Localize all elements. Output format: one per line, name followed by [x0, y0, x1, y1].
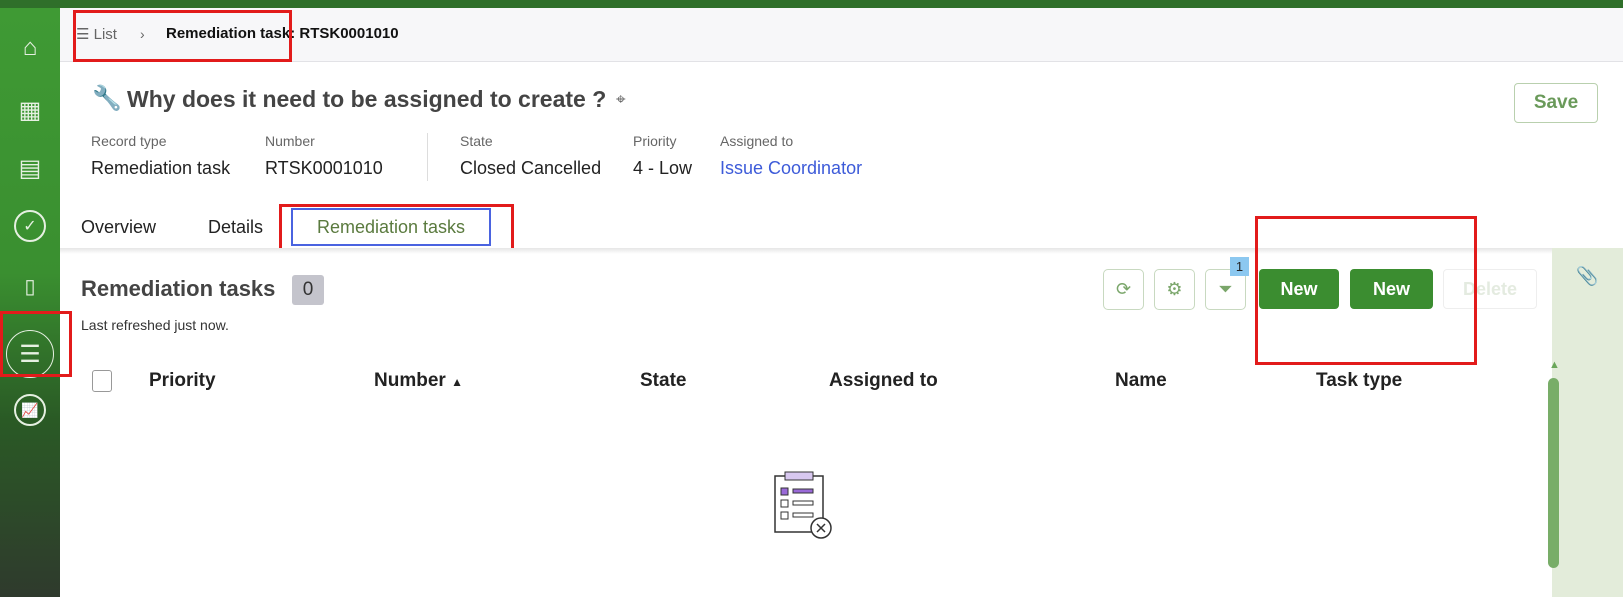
breadcrumb: ☰ List › Remediation task: RTSK0001010	[60, 8, 1623, 62]
column-header-number[interactable]: Number ▲	[374, 370, 463, 392]
column-header-name[interactable]: Name	[1115, 370, 1167, 392]
clipboard-alert-icon[interactable]: ▯	[14, 270, 46, 302]
settings-button[interactable]: ⚙	[1154, 269, 1195, 310]
right-panel: 📎	[1552, 248, 1623, 597]
count-badge: 0	[292, 275, 324, 305]
filter-icon: ⏷	[1218, 279, 1233, 299]
field-label: Assigned to	[720, 133, 794, 149]
column-header-task-type[interactable]: Task type	[1316, 370, 1402, 392]
analytics-icon[interactable]: 📈	[14, 394, 46, 426]
column-header-number-label: Number	[374, 370, 446, 391]
gear-icon: ⚙	[1166, 279, 1183, 299]
field-label: Record type	[91, 133, 167, 149]
sidebar: ⌂ ▦ ▤ ✓ ▯ ☰ 📈	[0, 8, 60, 597]
filter-count-badge: 1	[1230, 257, 1249, 276]
divider	[427, 133, 428, 181]
scroll-up-icon[interactable]: ▲	[1549, 359, 1560, 371]
table-icon[interactable]: ▤	[14, 152, 46, 184]
field-value: Remediation task	[91, 158, 231, 178]
scrollbar-thumb[interactable]	[1548, 378, 1559, 568]
apps-grid-icon[interactable]: ▦	[14, 94, 46, 126]
column-header-state[interactable]: State	[640, 370, 686, 392]
page-title: Why does it need to be assigned to creat…	[127, 86, 607, 112]
field-label: Priority	[633, 133, 677, 149]
breadcrumb-current-number: RTSK0001010	[299, 25, 399, 42]
assigned-to-link[interactable]: Issue Coordinator	[720, 158, 862, 179]
select-all-checkbox[interactable]	[92, 370, 112, 392]
paperclip-icon[interactable]: 📎	[1576, 266, 1598, 287]
field-label: Number	[265, 133, 315, 149]
sort-ascending-icon: ▲	[451, 375, 463, 389]
home-icon[interactable]: ⌂	[14, 32, 46, 64]
annotation-box-new-buttons	[1255, 216, 1477, 365]
refresh-icon: ⟳	[1115, 279, 1132, 299]
tag-icon[interactable]: ⌖	[616, 90, 626, 110]
wrench-icon: 🔧	[92, 85, 122, 112]
tab-details[interactable]: Details	[208, 217, 263, 238]
column-header-assigned-to[interactable]: Assigned to	[829, 370, 938, 392]
refresh-button[interactable]: ⟳	[1103, 269, 1144, 310]
field-value: RTSK0001010	[265, 158, 383, 178]
list-title: Remediation tasks	[81, 276, 276, 301]
check-circle-icon[interactable]: ✓	[14, 210, 46, 242]
annotation-box-breadcrumb	[73, 10, 292, 62]
tab-overview[interactable]: Overview	[81, 217, 156, 238]
empty-clipboard-icon	[774, 471, 832, 539]
last-refreshed: Last refreshed just now.	[81, 317, 229, 333]
save-button[interactable]: Save	[1514, 83, 1598, 123]
field-value: Closed Cancelled	[460, 158, 602, 178]
annotation-box-sidebar	[0, 311, 72, 377]
column-header-priority[interactable]: Priority	[149, 370, 216, 392]
field-value: 4 - Low	[633, 158, 693, 178]
annotation-box-tab	[279, 204, 514, 252]
field-label: State	[460, 133, 493, 149]
top-accent-bar	[0, 0, 1623, 8]
